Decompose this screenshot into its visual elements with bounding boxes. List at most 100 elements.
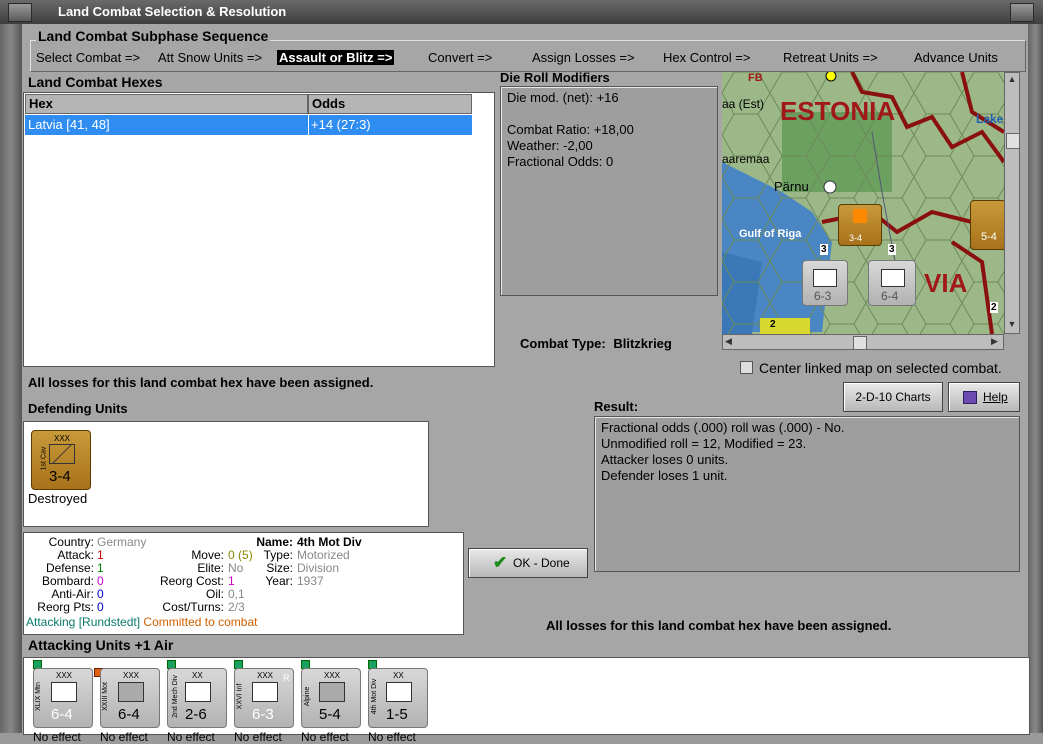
details-labels-col3: Name: Type: Size: Year:: [229, 536, 293, 588]
unit-counter: XX 4th Mot Div 1-5: [368, 668, 428, 728]
scroll-up-icon[interactable]: ▲: [1006, 74, 1018, 86]
unit-side-label: XXIII Mot: [101, 682, 109, 711]
charts-button[interactable]: 2-D-10 Charts: [843, 382, 943, 412]
help-label: Help: [983, 390, 1008, 404]
right-border: [1028, 24, 1043, 733]
map-label-fb: FB: [748, 72, 763, 84]
checkmark-icon: ✔: [493, 553, 508, 572]
losses-message: All losses for this land combat hex have…: [28, 375, 374, 390]
linked-map[interactable]: ESTONIA aa (Est) FB aaremaa Pärnu Gulf o…: [722, 72, 1004, 334]
unit-counter: XXX XXIII Mot 6-4: [100, 668, 160, 728]
drm-line: Fractional Odds: 0: [507, 154, 614, 169]
unit-status: Destroyed: [28, 491, 88, 506]
map-horizontal-scrollbar[interactable]: ◀ ▶: [722, 334, 1004, 350]
details-values-col3: 4th Mot Div Motorized Division 1937: [297, 536, 362, 588]
unit-side-label: 2nd Mech Div: [171, 675, 179, 718]
defending-unit-counter[interactable]: XXX 1st Cav 3-4: [31, 430, 91, 490]
cell-divider: [308, 115, 309, 135]
scroll-thumb[interactable]: [1006, 133, 1020, 149]
infantry-icon: [252, 682, 278, 702]
details-labels-col2: Move: Elite: Reorg Cost: Oil: Cost/Turns…: [134, 549, 224, 614]
unit-value: 1-5: [386, 706, 408, 723]
unit-counter: XX 2nd Mech Div 2-6: [167, 668, 227, 728]
unit-value: 2-6: [185, 706, 207, 723]
year-value: 1937: [297, 574, 324, 588]
infantry-icon: [813, 269, 837, 287]
step-assault-or-blitz: Assault or Blitz =>: [277, 50, 395, 65]
unit-value: 6-4: [51, 706, 73, 723]
unit-value: 3-4: [49, 468, 71, 485]
drm-line: Combat Ratio: +18,00: [507, 122, 634, 137]
center-map-checkbox[interactable]: [740, 361, 753, 374]
book-icon: [963, 391, 977, 404]
map-stack-number: 2: [990, 302, 998, 313]
unit-size-label: XXX: [257, 671, 274, 680]
map-counter[interactable]: 6-3: [802, 260, 848, 306]
map-counter-value: 3-4: [849, 233, 863, 243]
table-row[interactable]: Latvia [41, 48] +14 (27:3): [25, 115, 472, 135]
combat-type-value: Blitzkrieg: [613, 336, 672, 351]
step-retreat-units: Retreat Units =>: [783, 50, 878, 65]
unit-side-label: Alpine: [304, 686, 312, 707]
mountain-infantry-icon: [881, 269, 905, 287]
odds-cell: +14 (27:3): [311, 117, 371, 132]
unit-status: No effect: [234, 730, 282, 744]
unit-counter: XXX Alpine 5-4: [301, 668, 361, 728]
unit-value: 6-4: [118, 706, 140, 723]
cavalry-icon: [49, 444, 75, 464]
scroll-right-icon[interactable]: ▶: [991, 336, 998, 347]
map-counter[interactable]: 3-4: [838, 204, 882, 246]
left-border: [0, 24, 22, 733]
unit-size-label: XX: [192, 671, 203, 680]
step-assign-losses: Assign Losses =>: [532, 50, 635, 65]
unit-value: 5-4: [319, 706, 341, 723]
map-counter[interactable]: 5-4: [970, 200, 1004, 250]
motorized-icon: [386, 682, 412, 702]
country-value: Germany: [97, 535, 147, 549]
unit-counter: XXX XLIX Mtn 6-4: [33, 668, 93, 728]
scroll-down-icon[interactable]: ▼: [1006, 319, 1018, 331]
map-stack-number: 2: [770, 319, 776, 330]
map-label-estonia: ESTONIA: [780, 96, 896, 126]
ok-done-button[interactable]: ✔ OK - Done: [468, 548, 588, 578]
unit-details-box: Country: Attack: Defense: Bombard: Anti-…: [23, 532, 464, 635]
step-advance-units: Advance Units: [914, 50, 998, 65]
unit-status: No effect: [167, 730, 215, 744]
step-convert: Convert =>: [428, 50, 493, 65]
reorg-pts-label: Reorg Pts:: [37, 600, 94, 614]
system-menu-button[interactable]: [8, 3, 32, 22]
window-close-button[interactable]: [1010, 3, 1034, 22]
column-header-odds[interactable]: Odds: [308, 94, 472, 114]
alpine-infantry-icon: [319, 682, 345, 702]
unit-side-label: XLIX Mtn: [34, 682, 42, 711]
cost-turns-value: 2/3: [228, 600, 245, 614]
year-label: Year:: [265, 574, 293, 588]
unit-counter: XXX R XXVI Inf 6-3: [234, 668, 294, 728]
help-button[interactable]: Help: [948, 382, 1020, 412]
map-counter-value: 6-3: [814, 289, 832, 303]
combat-type-label: Combat Type:: [520, 336, 606, 351]
defending-title: Defending Units: [28, 401, 128, 416]
result-title: Result:: [594, 399, 639, 414]
result-line: Fractional odds (.000) roll was (.000) -…: [601, 420, 845, 435]
cost-turns-label: Cost/Turns:: [162, 600, 224, 614]
unit-status: No effect: [368, 730, 416, 744]
unit-size-label: XXX: [54, 434, 71, 443]
map-vertical-scrollbar[interactable]: ▲ ▼: [1004, 72, 1020, 334]
map-counter-value: 5-4: [981, 231, 997, 243]
column-header-hex[interactable]: Hex: [25, 94, 308, 114]
map-counter[interactable]: 6-4: [868, 260, 916, 306]
hexes-title: Land Combat Hexes: [28, 74, 163, 90]
window-title: Land Combat Selection & Resolution: [58, 4, 287, 19]
scroll-thumb[interactable]: [853, 336, 867, 350]
drm-line: [507, 106, 634, 122]
defending-units-list[interactable]: XXX 1st Cav 3-4 Destroyed: [23, 421, 429, 527]
map-label-parnu: Pärnu: [774, 179, 809, 194]
attacking-units-list[interactable]: XXX XLIX Mtn 6-4 No effect XXX XXIII Mot…: [23, 657, 1030, 744]
result-line: Unmodified roll = 12, Modified = 23.: [601, 436, 807, 451]
drm-title: Die Roll Modifiers: [500, 70, 610, 85]
scroll-left-icon[interactable]: ◀: [725, 336, 732, 347]
result-line: Attacker loses 0 units.: [601, 452, 729, 467]
hexes-list[interactable]: Hex Odds Latvia [41, 48] +14 (27:3): [23, 92, 495, 367]
unit-reserve-flag: R: [283, 673, 290, 683]
